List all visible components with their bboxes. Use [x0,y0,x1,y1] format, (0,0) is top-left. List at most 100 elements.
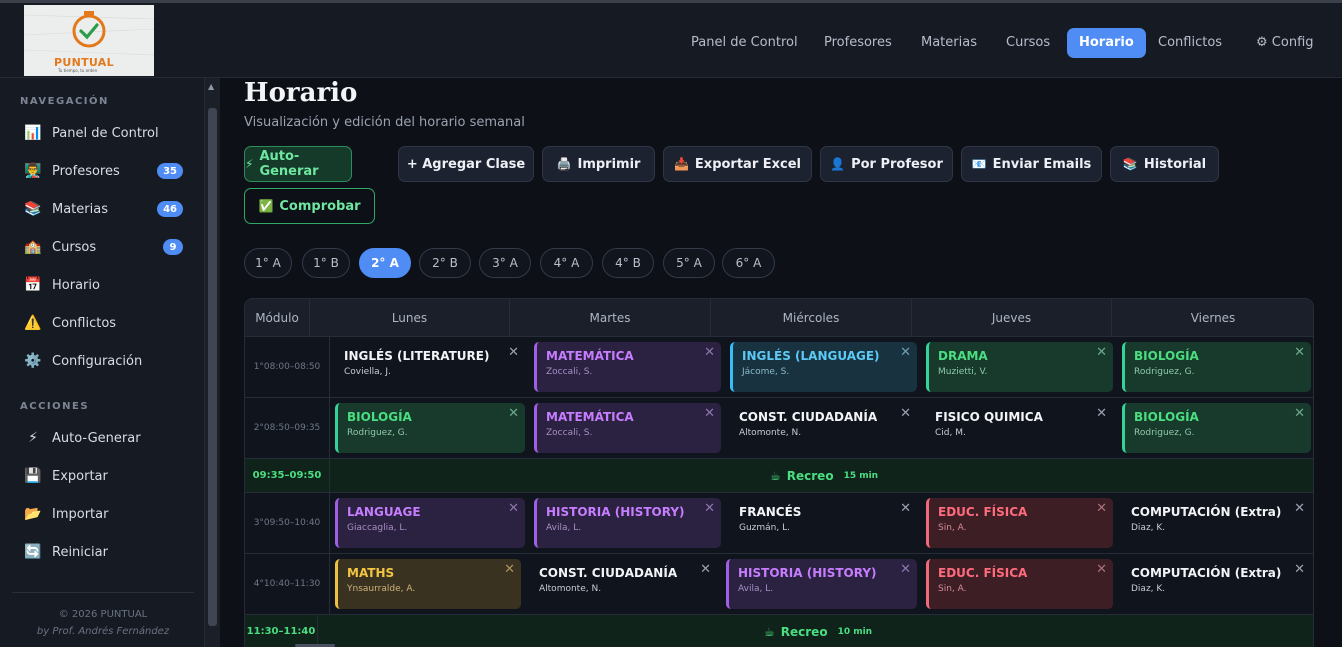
schedule-grid: Módulo Lunes Martes Miércoles Jueves Viernes 1… [244,298,1314,647]
por-profesor-button[interactable]: 👤 Por Profesor [820,146,953,182]
class-cell[interactable]: FISICO QUIMICA Cid, M. ✕ [926,403,1113,453]
sidebar-item-horario[interactable]: 📅 Horario [24,272,189,298]
subject-name: INGLÉS (LANGUAGE) [742,349,880,363]
remove-class-icon[interactable]: ✕ [1096,501,1107,516]
sidebar-item-configuracion[interactable]: ⚙️ Configuración [24,348,189,374]
class-cell[interactable]: FRANCÉS Guzmán, L. ✕ [730,498,917,548]
course-tab-4-b[interactable]: 4° B [602,248,654,278]
sidebar-item-label: Importar [52,506,109,522]
class-cell[interactable]: DRAMA Muzietti, V. ✕ [926,342,1113,392]
floppy-disk-icon: 💾 [24,468,42,484]
remove-class-icon[interactable]: ✕ [1096,406,1107,421]
remove-class-icon[interactable]: ✕ [1294,406,1305,421]
scroll-up-icon[interactable]: ▲ [208,82,214,91]
enviar-emails-button[interactable]: 📧 Enviar Emails [961,146,1102,182]
imprimir-button[interactable]: 🖨️ Imprimir [542,146,655,182]
class-cell[interactable]: MATEMÁTICA Zoccali, S. ✕ [534,342,721,392]
class-cell[interactable]: HISTORIA (HISTORY) Avila, L. ✕ [726,559,917,609]
class-cell[interactable]: MATHS Ynsaurralde, A. ✕ [335,559,521,609]
class-cell[interactable]: COMPUTACIÓN (Extra) Diaz, K. ✕ [1122,498,1311,548]
topnav-profesores[interactable]: Profesores [812,28,904,58]
sidebar-item-conflictos[interactable]: ⚠️ Conflictos [24,310,189,336]
sidebar-item-importar[interactable]: 📂 Importar [24,501,189,527]
remove-class-icon[interactable]: ✕ [704,406,715,421]
course-tab-1-a[interactable]: 1° A [244,248,292,278]
teacher-name: Giaccaglia, L. [347,523,408,533]
sidebar-item-exportar[interactable]: 💾 Exportar [24,463,189,489]
topnav-horario[interactable]: Horario [1067,28,1146,58]
course-tab-2-b[interactable]: 2° B [419,248,471,278]
scrollbar-thumb[interactable] [208,108,217,626]
course-tab-3-a[interactable]: 3° A [479,248,531,278]
course-tab-1-b[interactable]: 1° B [302,248,350,278]
remove-class-icon[interactable]: ✕ [1294,345,1305,360]
brand-logo[interactable]: PUNTUAL Tu tiempo, tu orden [24,5,154,76]
remove-class-icon[interactable]: ✕ [900,406,911,421]
sidebar-item-materias[interactable]: 📚 Materias 46 [24,196,189,222]
class-cell[interactable]: INGLÉS (LANGUAGE) Jácome, S. ✕ [730,342,917,392]
class-cell[interactable]: INGLÉS (LITERATURE) Coviella, J. ✕ [335,342,525,392]
exportar-excel-button[interactable]: 📥 Exportar Excel [663,146,812,182]
class-cell[interactable]: BIOLOGÍA Rodriguez, G. ✕ [335,403,525,453]
remove-class-icon[interactable]: ✕ [704,345,715,360]
class-cell[interactable]: HISTORIA (HISTORY) Avila, L. ✕ [534,498,721,548]
class-cell[interactable]: LANGUAGE Giaccaglia, L. ✕ [335,498,525,548]
remove-class-icon[interactable]: ✕ [508,345,519,360]
imprimir-icon: 🖨️ [556,157,572,171]
sidebar-item-profesores[interactable]: 👨‍🏫 Profesores 35 [24,158,189,184]
author-credit: by Prof. Andrés Fernández [36,626,170,637]
class-cell[interactable]: EDUC. FÍSICA Sin, A. ✕ [926,498,1113,548]
course-tab-4-a[interactable]: 4° A [540,248,593,278]
sidebar-item-panel-de-control[interactable]: 📊 Panel de Control [24,120,189,146]
break-name: Recreo [780,624,828,639]
topnav-materias[interactable]: Materias [909,28,989,58]
coffee-icon: ☕ [764,624,775,639]
historial-button[interactable]: 📚 Historial [1110,146,1219,182]
day-header-martes: Martes [510,299,711,337]
remove-class-icon[interactable]: ✕ [1096,562,1107,577]
remove-class-icon[interactable]: ✕ [900,501,911,516]
comprobar-button[interactable]: ✅ Comprobar [244,188,375,224]
sidebar-item-label: Materias [52,201,108,217]
class-cell[interactable]: MATEMÁTICA Zoccali, S. ✕ [534,403,721,453]
remove-class-icon[interactable]: ✕ [504,562,515,577]
remove-class-icon[interactable]: ✕ [508,406,519,421]
class-cell[interactable]: BIOLOGÍA Rodriguez, G. ✕ [1122,403,1311,453]
remove-class-icon[interactable]: ✕ [700,562,711,577]
topnav-conflictos[interactable]: Conflictos [1146,28,1234,58]
course-tab-5-a[interactable]: 5° A [663,248,715,278]
subject-name: FISICO QUIMICA [935,410,1043,424]
sidebar-item-label: Exportar [52,468,108,484]
sidebar-item-label: Reiniciar [52,544,108,560]
class-cell[interactable]: BIOLOGÍA Rodriguez, G. ✕ [1122,342,1311,392]
sidebar-item-label: Horario [52,277,100,293]
break-label: ☕ Recreo 15 min [770,459,878,492]
class-cell[interactable]: CONST. CIUDADANÍA Altomonte, N. ✕ [730,403,917,453]
remove-class-icon[interactable]: ✕ [900,562,911,577]
agregar-clase-button[interactable]: + Agregar Clase [398,146,534,182]
course-tab-2-a[interactable]: 2° A [359,248,411,278]
remove-class-icon[interactable]: ✕ [508,501,519,516]
auto-generar-button[interactable]: ⚡ Auto-Generar [244,146,352,182]
subject-name: HISTORIA (HISTORY) [738,566,877,580]
remove-class-icon[interactable]: ✕ [1294,562,1305,577]
sidebar-item-cursos[interactable]: 🏫 Cursos 9 [24,234,189,260]
config-link[interactable]: ⚙ Config [1244,28,1326,58]
subject-name: EDUC. FÍSICA [938,566,1028,580]
sidebar-item-reiniciar[interactable]: 🔄 Reiniciar [24,539,189,565]
course-tab-6-a[interactable]: 6° A [722,248,775,278]
sidebar-item-auto-generar[interactable]: ⚡ Auto-Generar [24,425,189,451]
teacher-name: Guzmán, L. [739,523,790,533]
class-cell[interactable]: EDUC. FÍSICA Sin, A. ✕ [926,559,1113,609]
remove-class-icon[interactable]: ✕ [1096,345,1107,360]
remove-class-icon[interactable]: ✕ [1294,501,1305,516]
class-cell[interactable]: CONST. CIUDADANÍA Altomonte, N. ✕ [530,559,717,609]
break-label: ☕ Recreo 10 min [764,615,872,647]
topnav-panel-de-control[interactable]: Panel de Control [679,28,810,58]
remove-class-icon[interactable]: ✕ [704,501,715,516]
sidebar-scrollbar[interactable]: ▲ [205,78,220,647]
class-cell[interactable]: COMPUTACIÓN (Extra) Diaz, K. ✕ [1122,559,1311,609]
teacher-name: Diaz, K. [1131,584,1166,594]
remove-class-icon[interactable]: ✕ [900,345,911,360]
topnav-cursos[interactable]: Cursos [994,28,1062,58]
